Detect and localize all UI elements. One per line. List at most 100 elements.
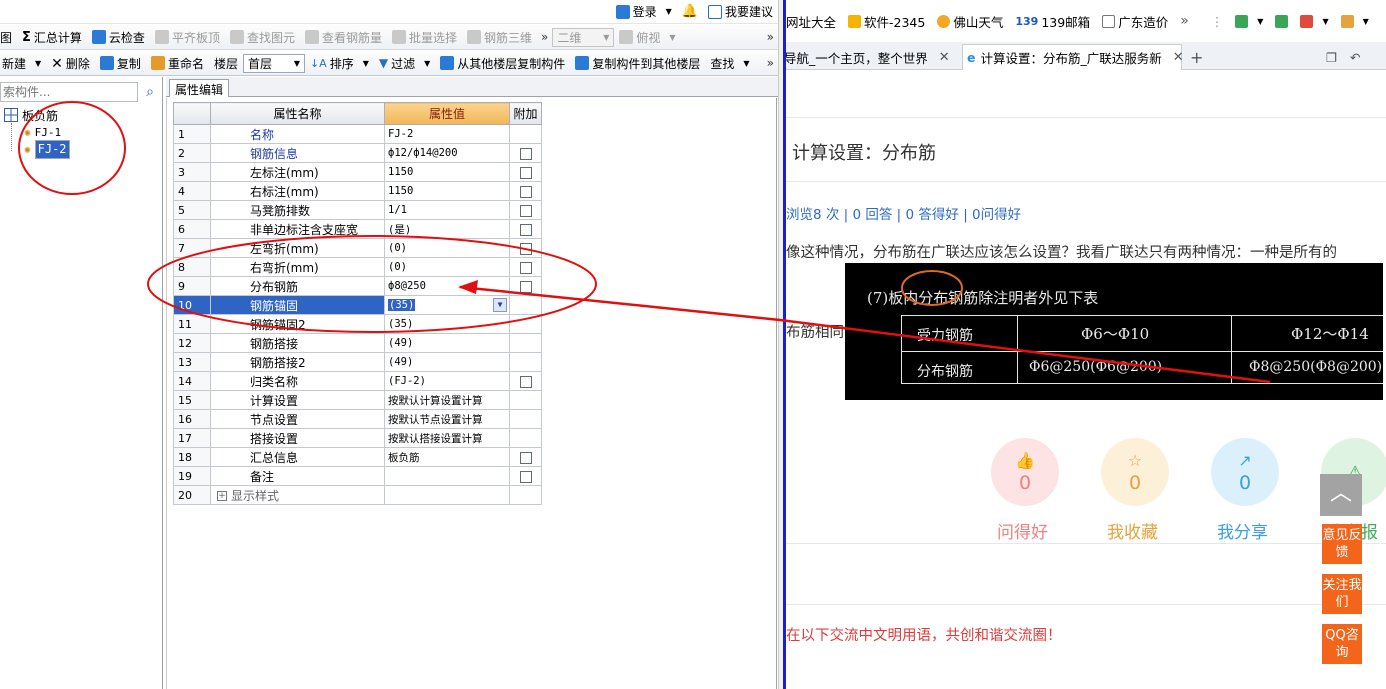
checkbox[interactable] — [519, 223, 532, 236]
batch-select-button[interactable]: 批量选择 — [387, 26, 462, 48]
property-value[interactable]: 1/1 — [384, 200, 510, 220]
window-restore-icon[interactable]: ❐ — [1322, 44, 1341, 70]
grid-row[interactable]: 3 左标注(mm) 1150 — [173, 162, 542, 182]
new-button[interactable]: 新建 ▼ — [0, 52, 46, 74]
property-value[interactable]: (35) ▼ — [384, 295, 510, 315]
undo-icon[interactable]: ↶ — [1346, 44, 1364, 70]
tree-item-fj-2[interactable]: ✺ FJ-2 — [24, 139, 70, 159]
checkbox[interactable] — [519, 451, 532, 464]
bookmark-weather[interactable]: 佛山天气 — [937, 12, 1003, 31]
grid-row[interactable]: 13 钢筋搭接2 (49) — [173, 352, 542, 372]
grid-row[interactable]: 2 钢筋信息 ф12/ф14@200 — [173, 143, 542, 163]
grid-row[interactable]: 16 节点设置 按默认节点设置计算 — [173, 409, 542, 429]
checkbox[interactable] — [519, 470, 532, 483]
new-tab-button[interactable]: + — [1186, 44, 1207, 70]
component-search-input[interactable] — [0, 82, 138, 102]
property-value[interactable]: (FJ-2) — [384, 371, 510, 391]
checkbox[interactable] — [519, 166, 532, 179]
login-menu[interactable]: 登录 ▼ — [611, 1, 677, 23]
property-value[interactable]: (0) — [384, 257, 510, 277]
view-2d-select[interactable]: 二维 ▼ — [552, 27, 615, 47]
grid-row[interactable]: 5 马凳筋排数 1/1 — [173, 200, 542, 220]
rename-button[interactable]: 重命名 — [146, 52, 209, 74]
property-value[interactable]: (49) — [384, 352, 510, 372]
bookmarks-overflow-icon[interactable]: » — [1180, 13, 1189, 29]
overflow-chevron-icon[interactable]: » — [763, 30, 778, 44]
property-value[interactable]: 按默认搭接设置计算 — [384, 428, 510, 448]
checkbox[interactable] — [519, 375, 532, 388]
bookmark-gd-price[interactable]: 广东造价 — [1102, 12, 1168, 31]
browser-tab-active[interactable]: e 计算设置：分布筋_广联达服务新 ✕ — [962, 44, 1184, 70]
property-value[interactable]: 按默认计算设置计算 — [384, 390, 510, 410]
grid-header-extra[interactable]: 附加 — [509, 102, 542, 125]
property-extra[interactable] — [509, 371, 542, 391]
grid-row[interactable]: 20 + 显示样式 — [173, 485, 542, 505]
property-value[interactable]: 1150 — [384, 181, 510, 201]
grid-row[interactable]: 14 归类名称 (FJ-2) — [173, 371, 542, 391]
property-extra[interactable] — [509, 466, 542, 486]
action-button-0[interactable]: 👍 0 — [991, 438, 1059, 506]
action-button-2[interactable]: ↗ 0 — [1211, 438, 1279, 506]
search-icon[interactable]: ⌕ — [140, 82, 160, 102]
property-value[interactable] — [384, 466, 510, 486]
copy-to-floor-button[interactable]: 复制构件到其他楼层 — [570, 52, 705, 74]
checkbox[interactable] — [519, 147, 532, 160]
property-value[interactable]: FJ-2 — [384, 124, 510, 144]
property-extra[interactable] — [509, 162, 542, 182]
bookmark-url-all[interactable]: 网址大全 — [786, 12, 836, 31]
bookmark-2345[interactable]: 软件-2345 — [848, 12, 925, 31]
property-extra[interactable] — [509, 238, 542, 258]
tree-root[interactable]: 板负筋 — [4, 107, 58, 123]
checkbox[interactable] — [519, 242, 532, 255]
back-to-top-button[interactable]: ︿ — [1320, 474, 1362, 516]
grid-row[interactable]: 17 搭接设置 按默认搭接设置计算 — [173, 428, 542, 448]
property-value[interactable]: (是) — [384, 219, 510, 239]
feedback-button[interactable]: 我要建议 — [703, 1, 778, 23]
pdf-icon[interactable]: ▼ — [1300, 14, 1329, 28]
cad-screenshot-image[interactable]: (7)板内分布钢筋除注明者外见下表 受力钢筋 Φ6～Φ10 Φ12～Φ14 分布… — [845, 263, 1383, 400]
property-value[interactable]: 1150 — [384, 162, 510, 182]
side-follow-button[interactable]: 关注我们 — [1322, 574, 1362, 614]
property-value[interactable]: ф12/ф14@200 — [384, 143, 510, 163]
chevron-down-icon[interactable]: ▼ — [493, 298, 507, 312]
view-rebar-button[interactable]: 查看钢筋量 — [300, 26, 387, 48]
floor-select[interactable]: 首层 ▼ — [242, 53, 305, 73]
grid-row[interactable]: 11 钢筋锚固2 (35) — [173, 314, 542, 334]
toolbar-item-cut[interactable]: 图 — [0, 26, 17, 48]
grid-row[interactable]: 6 非单边标注含支座宽 (是) — [173, 219, 542, 239]
property-extra[interactable] — [509, 181, 542, 201]
grid-row[interactable]: 19 备注 — [173, 466, 542, 486]
property-extra[interactable] — [509, 276, 542, 296]
property-value[interactable]: (0) — [384, 238, 510, 258]
property-value[interactable] — [384, 485, 510, 505]
checkbox[interactable] — [519, 261, 532, 274]
copy-from-floor-button[interactable]: 从其他楼层复制构件 — [435, 52, 570, 74]
apps-icon[interactable]: ▼ — [1235, 14, 1263, 28]
tab-property-edit[interactable]: 属性编辑 — [169, 79, 230, 97]
action-label[interactable]: 我收藏 — [1107, 518, 1158, 543]
grid-row[interactable]: 7 左弯折(mm) (0) — [173, 238, 542, 258]
copy-button[interactable]: 复制 — [95, 52, 146, 74]
notification-bell[interactable]: 🔔 — [677, 1, 703, 23]
view-mode-select[interactable]: 俯视 ▼ — [614, 26, 680, 48]
grid-row[interactable]: 10 钢筋锚固 (35) ▼ — [173, 295, 542, 315]
grid-header-name[interactable]: 属性名称 — [210, 102, 385, 125]
grid-row[interactable]: 1 名称 FJ-2 — [173, 124, 542, 144]
checkbox[interactable] — [519, 185, 532, 198]
property-extra[interactable] — [509, 257, 542, 277]
grid-row[interactable]: 18 汇总信息 板负筋 — [173, 447, 542, 467]
grid-row[interactable]: 8 右弯折(mm) (0) — [173, 257, 542, 277]
delete-button[interactable]: ✕ 删除 — [46, 52, 95, 74]
property-value[interactable]: 按默认节点设置计算 — [384, 409, 510, 429]
property-extra[interactable] — [509, 143, 542, 163]
expand-icon[interactable]: + — [217, 491, 227, 501]
flat-top-button[interactable]: 平齐板顶 — [150, 26, 225, 48]
property-value[interactable]: ф8@250 — [384, 276, 510, 296]
grid-row[interactable]: 4 右标注(mm) 1150 — [173, 181, 542, 201]
find-element-button[interactable]: 查找图元 — [225, 26, 300, 48]
cloud-check-button[interactable]: 云检查 — [87, 26, 150, 48]
question-stats[interactable]: 浏览8 次 | 0 回答 | 0 答得好 | 0问得好 — [786, 203, 1021, 223]
book-icon[interactable] — [1275, 14, 1289, 28]
sort-button[interactable]: ↓A 排序 ▼ — [305, 52, 374, 74]
action-label[interactable]: 问得好 — [997, 518, 1048, 543]
